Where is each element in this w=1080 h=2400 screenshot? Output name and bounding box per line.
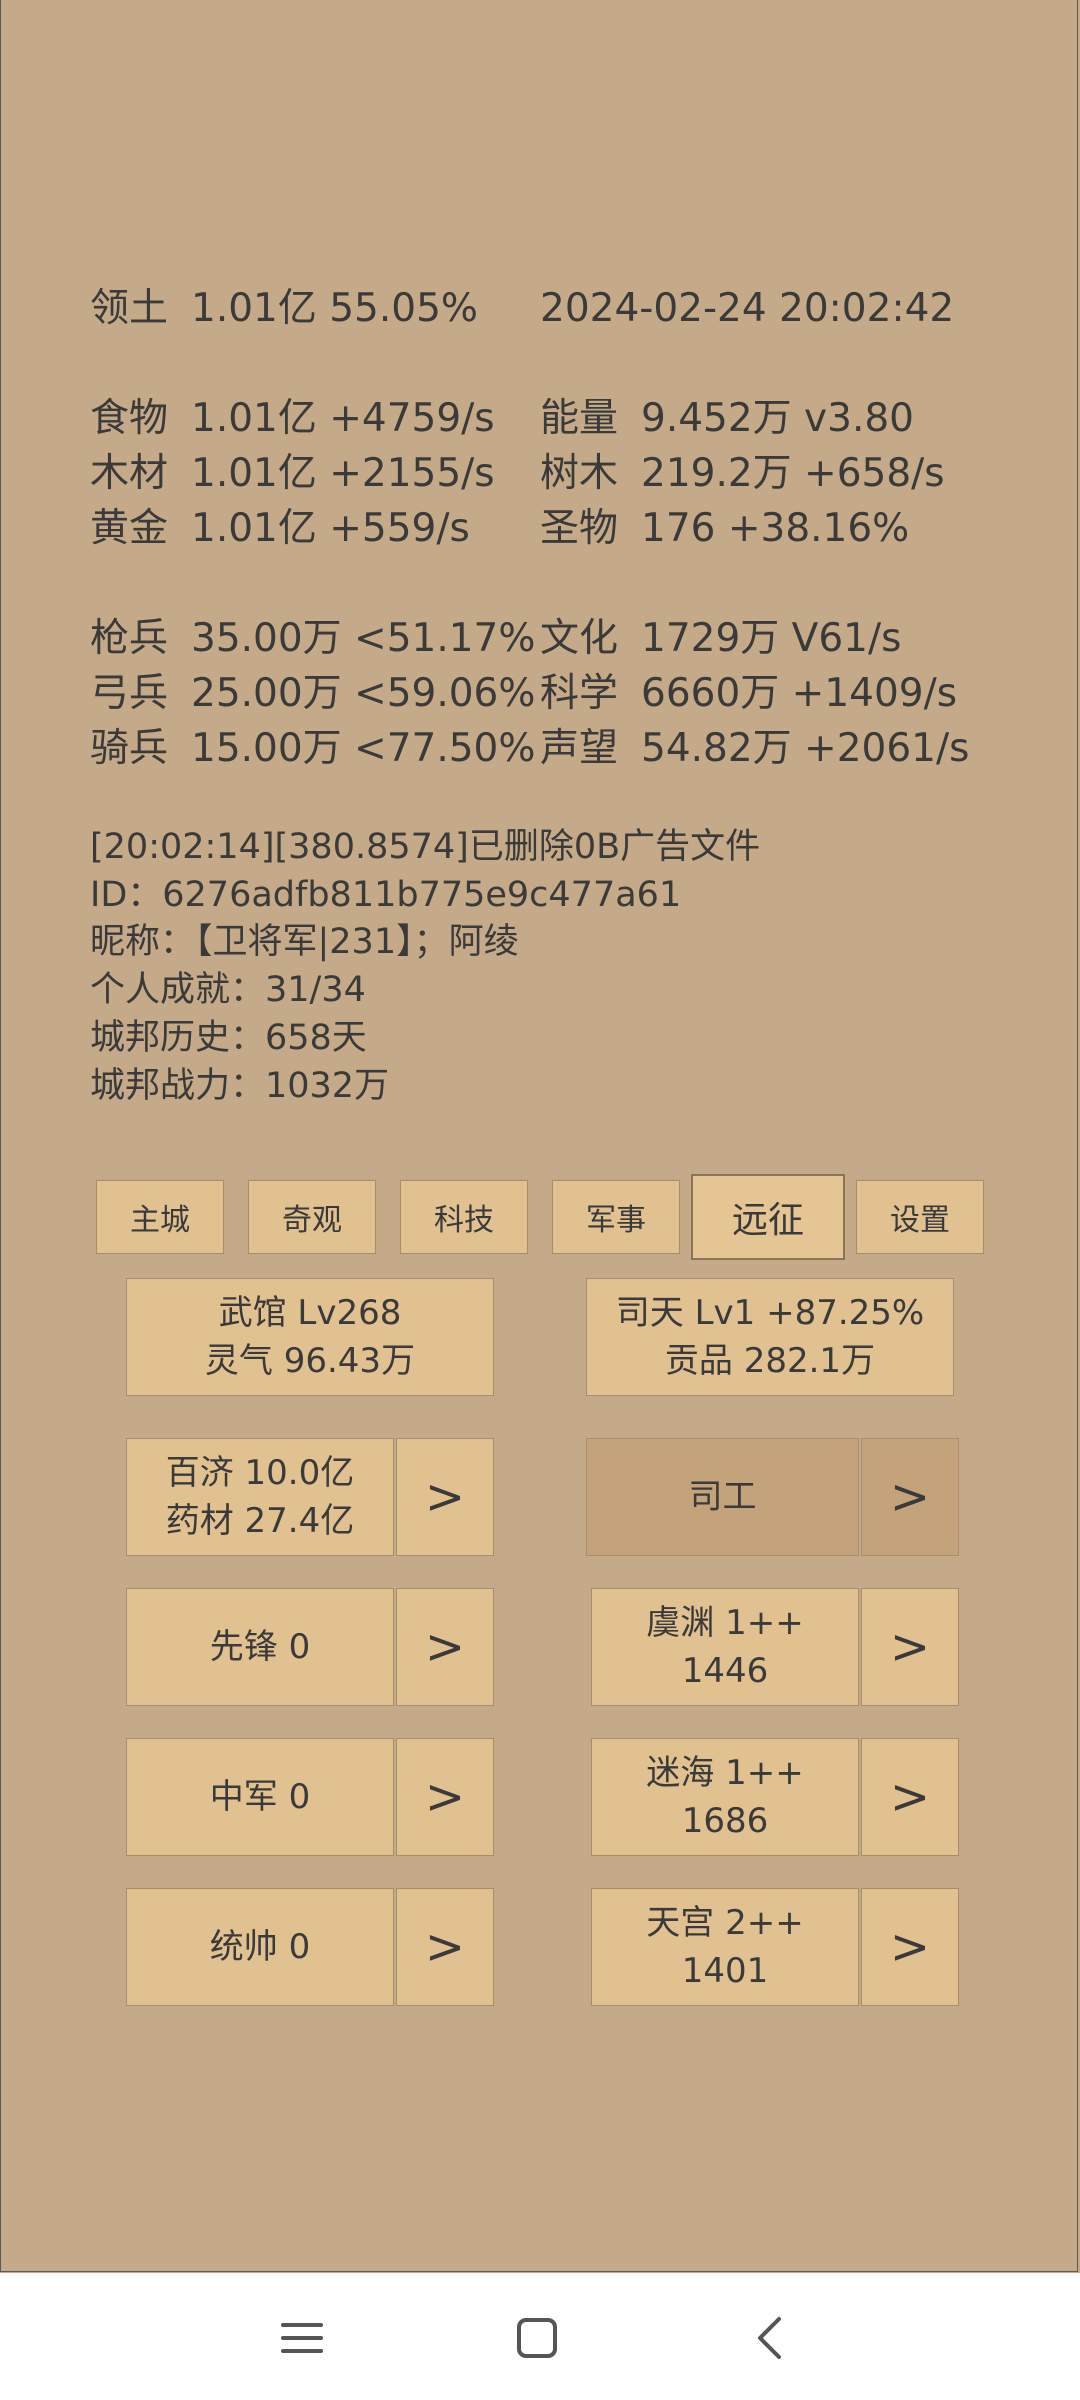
wuguan-qi: 灵气 96.43万: [204, 1341, 416, 1381]
trees-label: 树木: [540, 451, 619, 496]
tiangong-value: 1401: [681, 1951, 769, 1991]
baiji-value: 百济 10.0亿: [165, 1453, 355, 1493]
tab-technology[interactable]: 科技: [400, 1180, 528, 1254]
archers-value: 25.00万 <59.06%: [191, 671, 536, 716]
yuyuan-card[interactable]: 虞渊 1++ 1446: [591, 1588, 859, 1706]
home-icon[interactable]: [512, 2313, 562, 2363]
sitian-tribute: 贡品 282.1万: [664, 1341, 876, 1381]
tab-expedition[interactable]: 远征: [691, 1174, 845, 1260]
mihai-arrow-button[interactable]: >: [861, 1738, 959, 1856]
prestige-value: 54.82万 +2061/s: [641, 726, 970, 771]
sigong-card[interactable]: 司工: [586, 1438, 859, 1556]
tab-military[interactable]: 军事: [552, 1180, 680, 1254]
culture-value: 1729万 V61/s: [641, 616, 902, 661]
menu-icon[interactable]: [277, 2313, 327, 2363]
wood-value: 1.01亿 +2155/s: [191, 451, 495, 496]
prestige-label: 声望: [540, 726, 619, 771]
sitian-level: 司天 Lv1 +87.25%: [615, 1293, 925, 1333]
back-icon[interactable]: [745, 2313, 795, 2363]
baiji-herbs: 药材 27.4亿: [165, 1501, 355, 1541]
tiangong-arrow-button[interactable]: >: [861, 1888, 959, 2006]
energy-label: 能量: [540, 396, 619, 441]
territory-label: 领土: [90, 286, 169, 331]
wuguan-level: 武馆 Lv268: [218, 1293, 402, 1333]
tab-wonders[interactable]: 奇观: [248, 1180, 376, 1254]
tongshuai-card[interactable]: 统帅 0: [126, 1888, 394, 2006]
energy-value: 9.452万 v3.80: [641, 396, 914, 441]
zhongjun-card[interactable]: 中军 0: [126, 1738, 394, 1856]
wood-label: 木材: [90, 451, 169, 496]
tiangong-card[interactable]: 天宫 2++ 1401: [591, 1888, 859, 2006]
cavalry-label: 骑兵: [90, 726, 169, 771]
mihai-value: 1686: [681, 1801, 769, 1841]
yuyuan-arrow-button[interactable]: >: [861, 1588, 959, 1706]
history-line: 城邦历史：658天: [90, 1018, 367, 1058]
gold-value: 1.01亿 +559/s: [191, 506, 470, 551]
mihai-label: 迷海 1++: [646, 1753, 804, 1793]
sitian-card[interactable]: 司天 Lv1 +87.25% 贡品 282.1万: [586, 1278, 954, 1396]
achievements-line: 个人成就：31/34: [90, 970, 366, 1010]
food-value: 1.01亿 +4759/s: [191, 396, 495, 441]
tab-settings[interactable]: 设置: [856, 1180, 984, 1254]
spearmen-label: 枪兵: [90, 616, 169, 661]
spearmen-value: 35.00万 <51.17%: [191, 616, 536, 661]
science-value: 6660万 +1409/s: [641, 671, 958, 716]
baiji-card[interactable]: 百济 10.0亿 药材 27.4亿: [126, 1438, 394, 1556]
log-message: [20:02:14][380.8574]已删除0B广告文件: [90, 827, 761, 867]
tiangong-label: 天宫 2++: [646, 1903, 804, 1943]
science-label: 科学: [540, 671, 619, 716]
relics-label: 圣物: [540, 506, 619, 551]
culture-label: 文化: [540, 616, 619, 661]
zhongjun-label: 中军 0: [209, 1777, 311, 1817]
sigong-arrow-button[interactable]: >: [861, 1438, 959, 1556]
nickname-line: 昵称：【卫将军|231】；阿绫: [90, 922, 519, 962]
gold-label: 黄金: [90, 506, 169, 551]
mihai-card[interactable]: 迷海 1++ 1686: [591, 1738, 859, 1856]
tongshuai-arrow-button[interactable]: >: [396, 1888, 494, 2006]
xianfeng-label: 先锋 0: [209, 1627, 311, 1667]
zhongjun-arrow-button[interactable]: >: [396, 1738, 494, 1856]
cavalry-value: 15.00万 <77.50%: [191, 726, 536, 771]
id-line: ID：6276adfb811b775e9c477a61: [90, 875, 682, 915]
territory-value: 1.01亿 55.05%: [191, 286, 478, 331]
yuyuan-label: 虞渊 1++: [646, 1603, 804, 1643]
baiji-arrow-button[interactable]: >: [396, 1438, 494, 1556]
datetime: 2024-02-24 20:02:42: [540, 286, 955, 331]
power-line: 城邦战力：1032万: [90, 1066, 390, 1106]
food-label: 食物: [90, 396, 169, 441]
sigong-label: 司工: [688, 1477, 757, 1517]
yuyuan-value: 1446: [681, 1651, 769, 1691]
trees-value: 219.2万 +658/s: [641, 451, 945, 496]
relics-value: 176 +38.16%: [641, 506, 910, 551]
tab-main-city[interactable]: 主城: [96, 1180, 224, 1254]
xianfeng-card[interactable]: 先锋 0: [126, 1588, 394, 1706]
wuguan-card[interactable]: 武馆 Lv268 灵气 96.43万: [126, 1278, 494, 1396]
archers-label: 弓兵: [90, 671, 169, 716]
tongshuai-label: 统帅 0: [209, 1927, 311, 1967]
system-navigation-bar: [0, 2273, 1080, 2400]
xianfeng-arrow-button[interactable]: >: [396, 1588, 494, 1706]
